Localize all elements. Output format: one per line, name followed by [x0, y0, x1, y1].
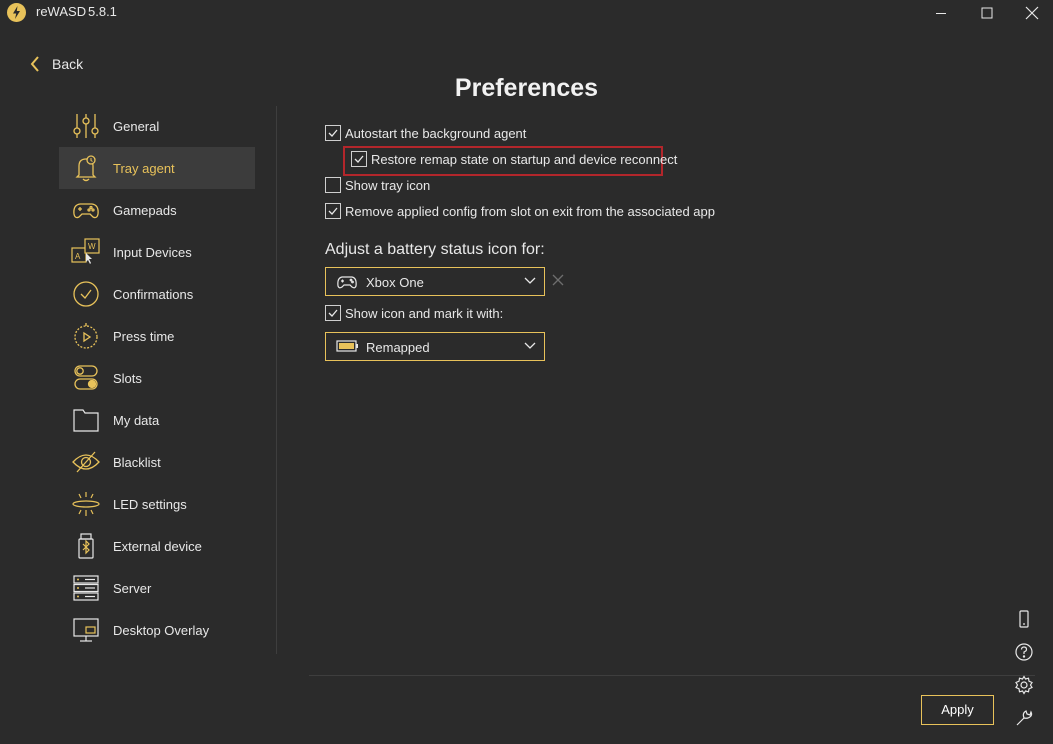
- stopwatch-icon: [74, 323, 98, 349]
- chevron-down-icon: [524, 277, 536, 284]
- battery-section-title: Adjust a battery status icon for:: [325, 241, 545, 258]
- svg-text:A: A: [75, 252, 81, 261]
- svg-text:W: W: [88, 242, 96, 251]
- restore-state-checkbox-row[interactable]: Restore remap state on startup and devic…: [351, 150, 677, 168]
- show-tray-checkbox-row[interactable]: Show tray icon: [325, 176, 430, 194]
- eye-off-icon: [72, 451, 100, 473]
- rewasd-logo-icon: [7, 3, 26, 22]
- monitor-icon: [73, 618, 99, 642]
- minimize-button[interactable]: [918, 0, 964, 26]
- keyboard-mouse-icon: A W: [71, 238, 100, 264]
- folder-icon: [73, 409, 99, 432]
- sidebar-item-general[interactable]: General: [59, 105, 255, 147]
- sidebar-item-my-data[interactable]: My data: [59, 399, 255, 441]
- maximize-icon: [981, 7, 993, 19]
- battery-icon: [336, 340, 358, 352]
- mark-select[interactable]: Remapped: [325, 332, 545, 361]
- page-title: Preferences: [454, 74, 599, 102]
- show-icon-label: Show icon and mark it with:: [345, 305, 504, 321]
- settings-icon[interactable]: [1014, 675, 1034, 695]
- checkmark-icon: [328, 207, 338, 215]
- toggles-icon: [74, 365, 98, 390]
- sliders-icon: [73, 114, 99, 138]
- sidebar-item-press-time[interactable]: Press time: [59, 315, 255, 357]
- remove-config-label: Remove applied config from slot on exit …: [345, 203, 715, 219]
- mark-select-value: Remapped: [366, 340, 430, 355]
- sidebar-item-label: Press time: [113, 329, 175, 344]
- show-tray-checkbox[interactable]: [325, 177, 341, 193]
- app-version: 5.8.1: [88, 4, 117, 19]
- restore-state-label: Restore remap state on startup and devic…: [371, 151, 678, 167]
- close-icon: [1025, 6, 1039, 20]
- remove-config-checkbox[interactable]: [325, 203, 341, 219]
- sidebar-item-external-device[interactable]: External device: [59, 525, 255, 567]
- xbox-controller-icon: [337, 276, 357, 289]
- close-button[interactable]: [1009, 0, 1053, 26]
- sidebar-item-tray-agent[interactable]: Tray agent: [59, 147, 255, 189]
- show-icon-checkbox[interactable]: [325, 305, 341, 321]
- device-select[interactable]: Xbox One: [325, 267, 545, 296]
- sidebar-divider: [276, 106, 277, 654]
- app-name: reWASD: [36, 4, 87, 19]
- bluetooth-usb-icon: [78, 533, 94, 559]
- sidebar-item-blacklist[interactable]: Blacklist: [59, 441, 255, 483]
- sidebar-item-label: Blacklist: [113, 455, 161, 470]
- help-icon[interactable]: [1014, 642, 1034, 662]
- sidebar-item-label: Input Devices: [113, 245, 192, 260]
- sidebar-item-label: My data: [113, 413, 160, 428]
- sidebar-item-label: LED settings: [113, 497, 187, 512]
- device-icon[interactable]: [1014, 609, 1034, 629]
- show-tray-label: Show tray icon: [345, 177, 431, 193]
- maximize-button[interactable]: [964, 0, 1010, 26]
- sidebar-item-gamepads[interactable]: Gamepads: [59, 189, 255, 231]
- bell-icon: [75, 155, 97, 182]
- show-icon-checkbox-row[interactable]: Show icon and mark it with:: [325, 304, 503, 322]
- clear-icon[interactable]: [551, 273, 565, 287]
- sidebar-item-label: Gamepads: [113, 203, 177, 218]
- sidebar-item-label: Confirmations: [113, 287, 194, 302]
- chevron-left-icon: [30, 56, 39, 72]
- sidebar-item-label: Server: [113, 581, 152, 596]
- wrench-icon[interactable]: [1014, 708, 1034, 728]
- chevron-down-icon: [524, 342, 536, 349]
- footer-divider: [309, 675, 1035, 676]
- autostart-checkbox-row[interactable]: Autostart the background agent: [325, 124, 526, 142]
- check-circle-icon: [73, 281, 99, 307]
- sidebar-item-label: External device: [113, 539, 202, 554]
- led-icon: [72, 492, 100, 516]
- restore-state-checkbox[interactable]: [351, 151, 367, 167]
- sidebar-item-slots[interactable]: Slots: [59, 357, 255, 399]
- back-button[interactable]: Back: [30, 54, 83, 74]
- sidebar-item-input-devices[interactable]: A W Input Devices: [59, 231, 255, 273]
- autostart-checkbox[interactable]: [325, 125, 341, 141]
- autostart-label: Autostart the background agent: [345, 125, 527, 141]
- sidebar-item-label: Tray agent: [113, 161, 175, 176]
- device-select-value: Xbox One: [366, 275, 424, 290]
- sidebar-item-label: Slots: [113, 371, 142, 386]
- checkmark-icon: [354, 155, 364, 163]
- checkmark-icon: [328, 129, 338, 137]
- title-bar: reWASD 5.8.1: [0, 0, 1053, 26]
- sidebar-item-server[interactable]: Server: [59, 567, 255, 609]
- sidebar: General Tray agent Gamepads A W Input De…: [59, 105, 255, 651]
- apply-button[interactable]: Apply: [921, 695, 994, 725]
- sidebar-item-label: General: [113, 119, 160, 134]
- server-icon: [73, 575, 99, 601]
- gamepad-icon: [73, 203, 99, 219]
- back-label: Back: [52, 56, 84, 72]
- sidebar-item-desktop-overlay[interactable]: Desktop Overlay: [59, 609, 255, 651]
- sidebar-item-confirmations[interactable]: Confirmations: [59, 273, 255, 315]
- checkmark-icon: [328, 309, 338, 317]
- sidebar-item-label: Desktop Overlay: [113, 623, 210, 638]
- minimize-icon: [936, 13, 946, 14]
- sidebar-item-led-settings[interactable]: LED settings: [59, 483, 255, 525]
- remove-config-checkbox-row[interactable]: Remove applied config from slot on exit …: [325, 202, 715, 220]
